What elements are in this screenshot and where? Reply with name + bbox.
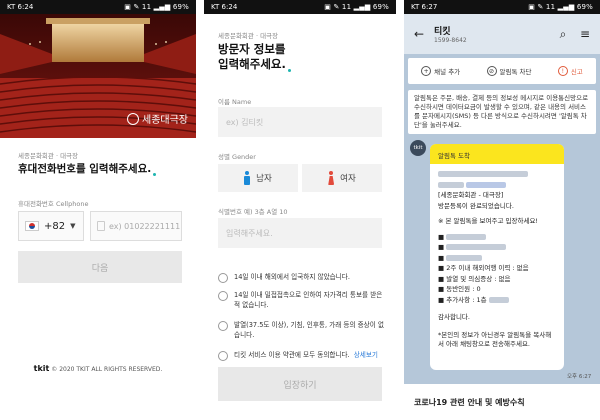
phone-screen-chat: KT 6:27 ▣ ✎ 11 ▂▄▆ 69% ← 티킷 1599-8642 ⌕ … [404,0,600,420]
venue-name: 세종문화회관 · 대극장 [18,152,79,160]
status-time: KT 6:27 [411,3,438,11]
chat-name: 티킷 [434,27,451,37]
phone-number-placeholder: ex) 01022221111 [109,221,181,231]
bubble-title: 알림톡 도착 [430,144,564,164]
menu-icon[interactable]: ≡ [578,27,592,41]
status-icons: ▣ ✎ 11 ▂▄▆ 69% [528,3,593,11]
enter-button[interactable]: 입장하기 [218,367,382,401]
gender-male-button[interactable]: 남자 [218,164,298,192]
status-icons: ▣ ✎ 11 ▂▄▆ 69% [124,3,189,11]
status-time: KT 6:24 [7,3,34,11]
back-arrow-icon[interactable]: ← [412,27,426,41]
chat-number: 1599-8642 [434,37,467,44]
chat-action-bar: + 채널 추가 ⊘ 알림톡 차단 ! 신고 [408,58,596,84]
redacted-text [438,181,464,188]
status-bar: KT 6:24 ▣ ✎ 11 ▂▄▆ 69% [204,0,396,14]
status-bar: KT 6:27 ▣ ✎ 11 ▂▄▆ 69% [404,0,600,14]
status-time: KT 6:24 [211,3,238,11]
redacted-text [446,233,487,240]
see-more-link[interactable]: 상세보기 [354,351,378,359]
country-code-value: +82 [44,220,66,232]
block-alert-button[interactable]: ⊘ 알림톡 차단 [486,66,531,76]
block-icon: ⊘ [486,66,497,76]
footer-text: © 2020 TKIT ALL RIGHTS RESERVED. [51,366,163,373]
next-button[interactable]: 다음 [18,251,182,283]
accent-dot [287,69,291,72]
venue-logo-icon [127,112,139,125]
phone-screen-visitor-info: KT 6:24 ▣ ✎ 11 ▂▄▆ 69% 세종문화회관 · 대극장 방문자 … [204,0,396,420]
add-icon: + [421,66,432,76]
phone-screen-phone-entry: KT 6:24 ▣ ✎ 11 ▂▄▆ 69% 세종대극장 세종문화회관 · 대극… [0,0,196,420]
venue-name: 세종문화회관 · 대극장 [218,32,279,40]
avatar: tkit [410,140,426,156]
chat-title: 티킷 1599-8642 [434,24,548,44]
footer-brand: tkit [33,364,50,373]
gender-label: 성별 Gender [218,153,256,161]
consent-check-contact[interactable]: 14일 이내 밀접접촉으로 인하여 자가격리 통보를 받은적 없습니다. [218,290,386,310]
redacted-text [466,181,507,188]
redacted-text [488,296,509,303]
venue-logo: 세종대극장 [127,111,188,126]
phone-number-input[interactable]: ex) 01022221111 [90,211,182,241]
page-title: 휴대전화번호를 입력해주세요. [18,161,157,176]
siren-icon: ! [557,66,568,76]
status-icons: ▣ ✎ 11 ▂▄▆ 69% [324,3,389,11]
country-code-select[interactable]: +82 ▼ [18,211,84,241]
female-icon [328,171,335,185]
chat-header: ← 티킷 1599-8642 ⌕ ≡ [404,14,600,54]
copyright-footer: tkit © 2020 TKIT ALL RIGHTS RESERVED. [0,364,196,373]
accent-dot [153,173,157,176]
redacted-text [438,171,528,177]
radio-icon[interactable] [218,351,228,361]
identifier-label: 식별번호 예) 3층 A열 10 [218,208,288,216]
radio-icon[interactable] [218,321,228,331]
phone-icon [97,221,105,231]
covid-guide-bar[interactable]: 코로나19 관련 안내 및 예방수칙 [404,384,600,420]
search-icon[interactable]: ⌕ [556,27,570,42]
phone-label: 휴대전화번호 Cellphone [18,200,89,208]
status-bar: KT 6:24 ▣ ✎ 11 ▂▄▆ 69% [0,0,196,14]
message-body: [세종문화회관 - 대극장] 방문등록이 완료되었습니다. ※ 본 알림톡을 보… [430,164,564,356]
theater-photo: 세종대극장 [0,14,196,138]
message-time: 오후 6:27 [567,374,592,380]
page-title: 방문자 정보를 입력해주세요. [218,42,378,72]
name-input[interactable]: ex) 김티킷 [218,107,382,137]
add-channel-button[interactable]: + 채널 추가 [421,66,460,76]
redacted-text [446,254,483,261]
chevron-down-icon: ▼ [70,222,76,230]
name-label: 이름 Name [218,98,252,106]
consent-check-symptoms[interactable]: 발열(37.5도 이상), 기침, 인후통, 가래 등의 증상이 없습니다. [218,320,386,340]
identifier-input[interactable]: 입력해주세요. [218,218,382,248]
male-icon [244,171,251,185]
message-bubble: 알림톡 도착 [세종문화회관 - 대극장] 방문등록이 완료되었습니다. ※ 본… [430,144,564,370]
consent-check-terms[interactable]: 티킷 서비스 이용 약관에 모두 동의합니다. 상세보기 [218,350,386,361]
gender-female-button[interactable]: 여자 [302,164,382,192]
radio-icon[interactable] [218,291,228,301]
report-button[interactable]: ! 신고 [557,66,583,76]
redacted-text [446,244,507,250]
korea-flag-icon [25,221,39,231]
radio-icon[interactable] [218,273,228,283]
alert-talk-notice: 알림톡은 주문, 배송, 결제 등의 정보성 메시지로 이용통신망으로 수신하시… [408,90,596,134]
consent-check-overseas[interactable]: 14일 이내 해외에서 입국하지 않았습니다. [218,272,386,283]
